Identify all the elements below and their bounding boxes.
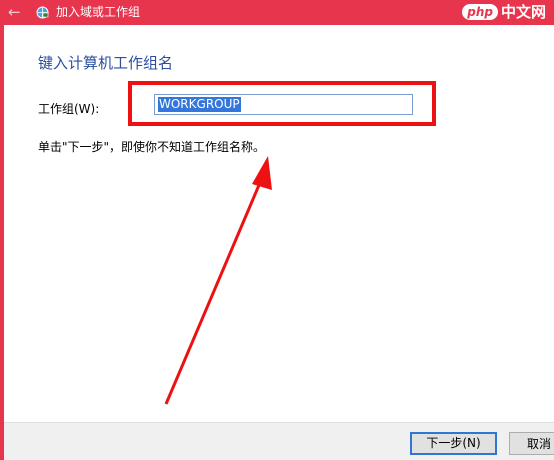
- annotation-arrow: [164, 156, 272, 405]
- annotation-arrow-shaft: [164, 177, 264, 405]
- next-button[interactable]: 下一步(N): [410, 432, 497, 455]
- annotation-arrow-head: [252, 156, 272, 190]
- cancel-button[interactable]: 取消: [509, 432, 554, 455]
- dialog-footer: 下一步(N) 取消: [4, 422, 554, 460]
